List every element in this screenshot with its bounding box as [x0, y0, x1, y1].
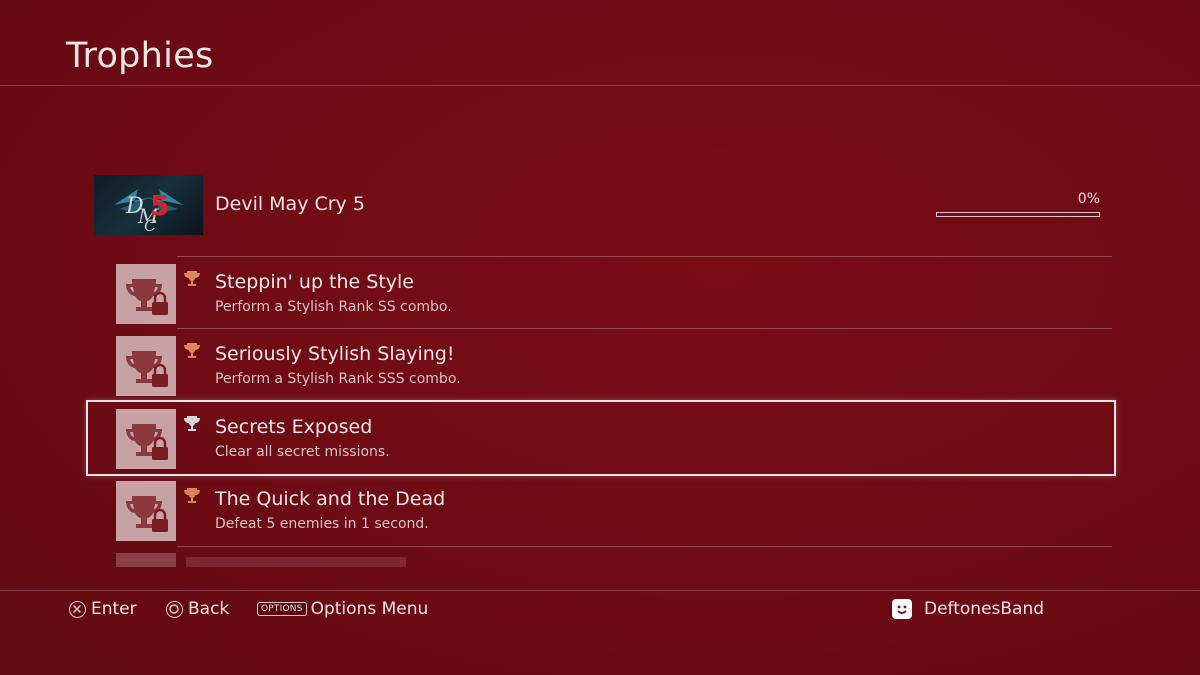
game-title: Devil May Cry 5	[215, 193, 365, 215]
trophy-name: The Quick and the Dead	[215, 488, 446, 510]
page-title: Trophies	[66, 36, 214, 76]
trophy-row-selected[interactable]: Secrets Exposed Clear all secret mission…	[86, 400, 1116, 476]
locked-trophy-icon	[116, 409, 176, 469]
next-trophy-row-partial	[116, 553, 1112, 567]
trophy-row[interactable]: Steppin' up the Style Perform a Stylish …	[116, 264, 1112, 326]
game-cover-art: D M C 5	[94, 175, 203, 235]
locked-trophy-icon	[116, 264, 176, 324]
locked-trophy-icon	[116, 481, 176, 541]
trophy-name: Secrets Exposed	[215, 416, 373, 438]
locked-trophy-icon	[116, 336, 176, 396]
user-avatar-icon	[892, 599, 912, 619]
enter-hint[interactable]: Enter	[69, 598, 137, 620]
trophy-description: Perform a Stylish Rank SS combo.	[215, 299, 452, 315]
back-label: Back	[188, 599, 230, 619]
bronze-trophy-icon	[184, 270, 200, 288]
header-divider	[0, 85, 1200, 86]
row-divider	[177, 256, 1112, 257]
back-hint[interactable]: Back	[166, 598, 229, 620]
username: DeftonesBand	[924, 599, 1045, 619]
user-info: DeftonesBand	[892, 598, 1044, 620]
game-header: D M C 5 Devil May Cry 5 0%	[94, 175, 1112, 235]
trophy-description: Perform a Stylish Rank SSS combo.	[215, 371, 461, 387]
trophy-name-placeholder	[186, 557, 406, 567]
silver-trophy-icon	[184, 415, 200, 433]
options-hint[interactable]: OPTIONS Options Menu	[257, 598, 428, 620]
options-label: Options Menu	[310, 599, 429, 619]
trophy-description: Clear all secret missions.	[215, 444, 390, 460]
progress-bar	[936, 212, 1100, 217]
circle-button-icon	[166, 600, 183, 618]
options-button-icon: OPTIONS	[257, 602, 307, 616]
locked-trophy-icon	[116, 553, 176, 567]
trophy-name: Steppin' up the Style	[215, 271, 414, 293]
trophy-description: Defeat 5 enemies in 1 second.	[215, 516, 429, 532]
cross-button-icon	[69, 600, 86, 618]
bronze-trophy-icon	[184, 342, 200, 360]
footer-divider	[0, 590, 1200, 591]
row-divider	[177, 546, 1112, 547]
progress-percent: 0%	[1077, 191, 1100, 207]
row-divider	[177, 328, 1112, 329]
bronze-trophy-icon	[184, 487, 200, 505]
enter-label: Enter	[91, 599, 137, 619]
trophy-name: Seriously Stylish Slaying!	[215, 343, 455, 365]
svg-text:5: 5	[150, 189, 169, 222]
trophy-row[interactable]: The Quick and the Dead Defeat 5 enemies …	[116, 481, 1112, 543]
trophy-row[interactable]: Seriously Stylish Slaying! Perform a Sty…	[116, 336, 1112, 398]
